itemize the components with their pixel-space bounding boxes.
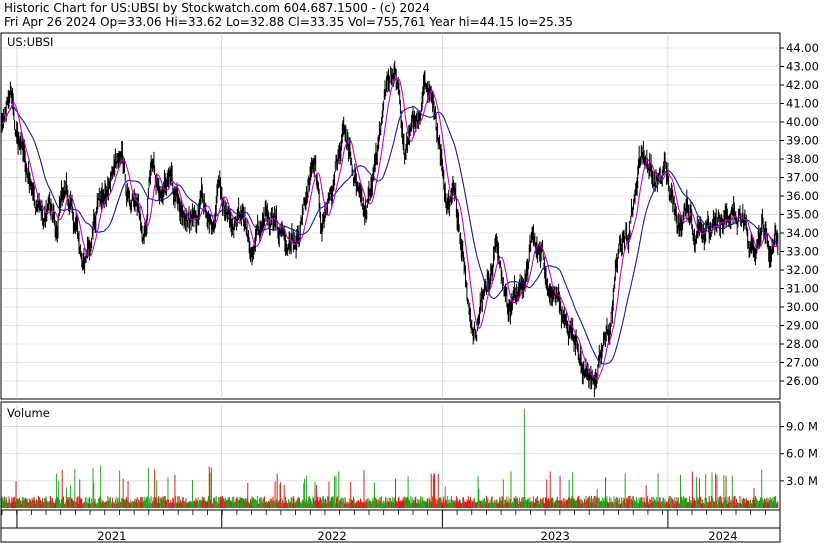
year-label: 2024: [708, 529, 737, 543]
volume-tick-label: 9.0 M: [786, 420, 818, 434]
volume-y-axis: 3.0 M 6.0 M 9.0 M: [780, 420, 818, 488]
volume-panel-label: Volume: [7, 406, 50, 420]
price-tick-label: 28.00: [786, 337, 819, 351]
price-tick-label: 29.00: [786, 319, 819, 333]
price-y-axis: 26.00 27.00 28.00 29.00 30.00 31.00 32.00 33.00…: [780, 41, 819, 388]
price-tick-label: 30.00: [786, 300, 819, 314]
price-tick-label: 35.00: [786, 208, 819, 222]
year-label: 2022: [317, 529, 346, 543]
price-tick-label: 34.00: [786, 226, 819, 240]
price-tick-label: 37.00: [786, 171, 819, 185]
price-tick-label: 43.00: [786, 60, 819, 74]
price-tick-label: 27.00: [786, 356, 819, 370]
volume-tick-label: 6.0 M: [786, 447, 818, 461]
price-tick-label: 36.00: [786, 189, 819, 203]
price-tick-label: 26.00: [786, 374, 819, 388]
price-tick-label: 39.00: [786, 134, 819, 148]
year-label: 2023: [541, 529, 570, 543]
price-chart: 26.00 27.00 28.00 29.00 30.00 31.00 32.00 33.00…: [0, 32, 819, 543]
x-axis-strip: [0, 509, 781, 529]
volume-tick-label: 3.0 M: [786, 474, 818, 488]
price-panel-label: US:UBSI: [7, 35, 53, 49]
price-tick-label: 41.00: [786, 97, 819, 111]
volume-panel: [0, 401, 781, 511]
price-tick-label: 44.00: [786, 41, 819, 55]
year-label: 2021: [97, 529, 126, 543]
price-tick-label: 33.00: [786, 245, 819, 259]
price-tick-label: 32.00: [786, 263, 819, 277]
price-tick-label: 38.00: [786, 152, 819, 166]
price-tick-label: 40.00: [786, 115, 819, 129]
price-tick-label: 31.00: [786, 282, 819, 296]
price-tick-label: 42.00: [786, 78, 819, 92]
